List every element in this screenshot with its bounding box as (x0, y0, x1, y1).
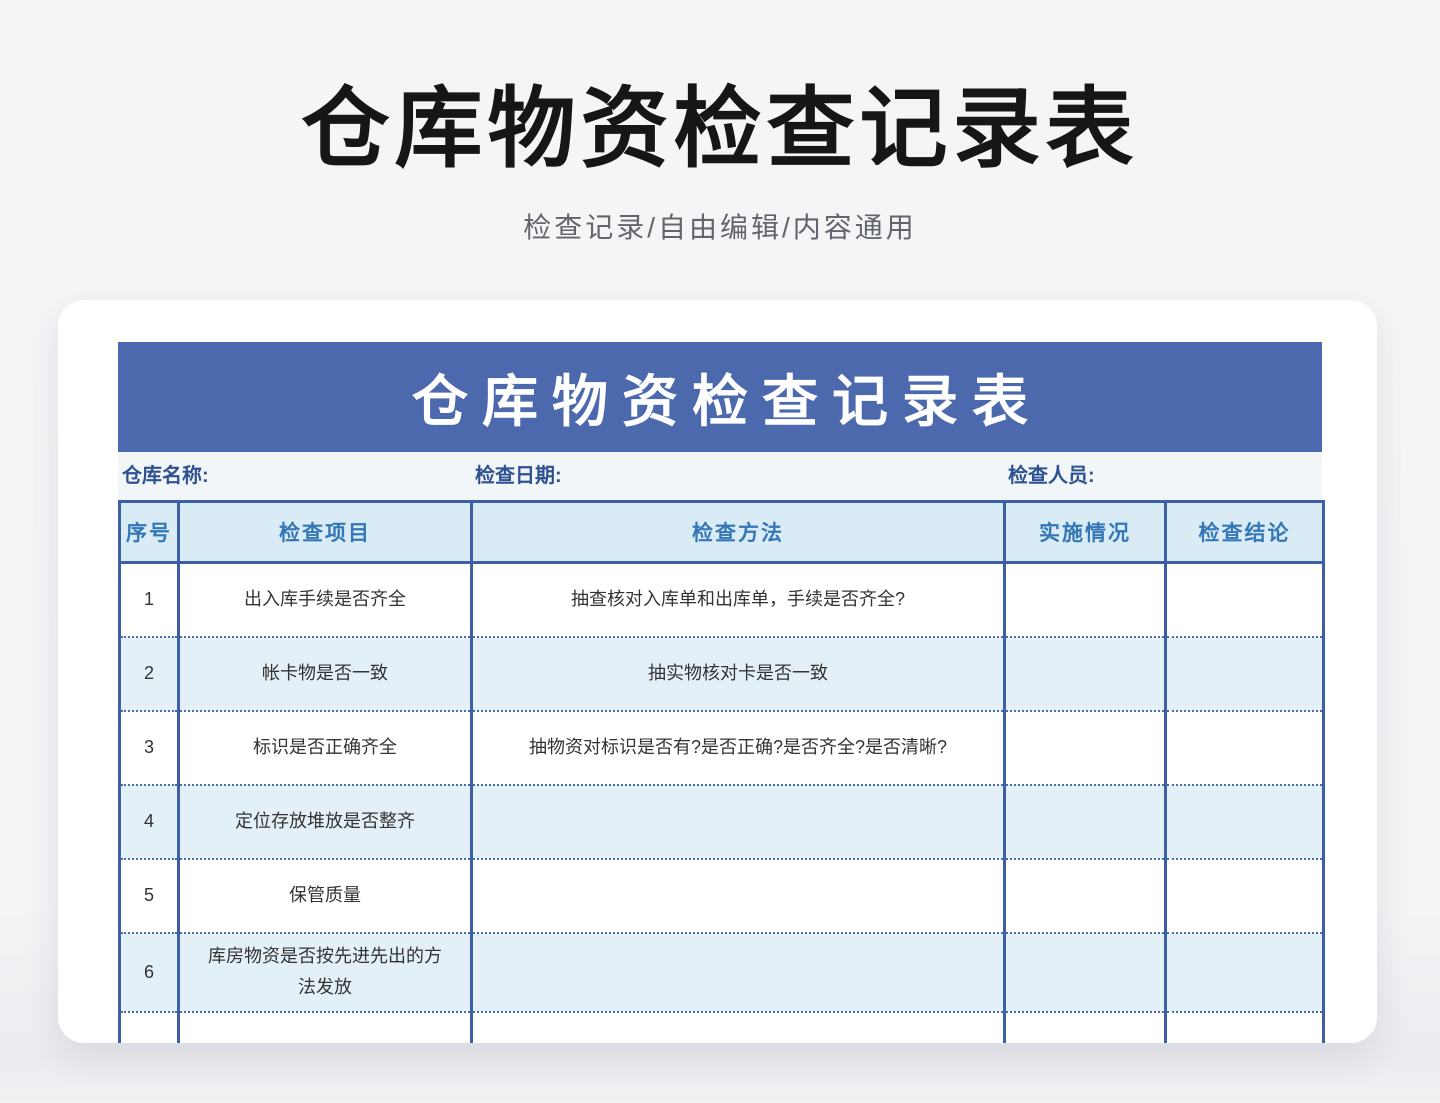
row-number-cell (120, 1012, 179, 1044)
status-cell (1005, 859, 1166, 933)
warehouse-name-label: 仓库名称: (122, 452, 209, 500)
conclusion-cell (1166, 1012, 1324, 1044)
table-row-clipped (120, 1012, 1324, 1044)
conclusion-cell (1166, 637, 1324, 711)
column-header-method: 检查方法 (472, 502, 1005, 563)
status-cell (1005, 785, 1166, 859)
table-row: 1 出入库手续是否齐全 抽查核对入库单和出库单，手续是否齐全? (120, 563, 1324, 637)
table-row: 6 库房物资是否按先进先出的方法发放 (120, 933, 1324, 1012)
conclusion-cell (1166, 933, 1324, 1012)
conclusion-cell (1166, 859, 1324, 933)
template-preview-card: 仓库物资检查记录表 仓库名称: 检查日期: 检查人员: 序号 检查项目 检查方法… (58, 300, 1377, 1043)
record-sheet: 仓库物资检查记录表 仓库名称: 检查日期: 检查人员: 序号 检查项目 检查方法… (118, 342, 1322, 1043)
item-cell: 库房物资是否按先进先出的方法发放 (179, 933, 472, 1012)
table-row: 2 帐卡物是否一致 抽实物核对卡是否一致 (120, 637, 1324, 711)
sheet-banner-title: 仓库物资检查记录表 (398, 357, 1042, 438)
status-cell (1005, 933, 1166, 1012)
table-row: 5 保管质量 (120, 859, 1324, 933)
conclusion-cell (1166, 563, 1324, 637)
check-table: 序号 检查项目 检查方法 实施情况 检查结论 1 出入库手续是否齐全 抽查核对入… (118, 500, 1325, 1043)
row-number-cell: 5 (120, 859, 179, 933)
status-cell (1005, 711, 1166, 785)
sheet-banner: 仓库物资检查记录表 (118, 342, 1322, 452)
item-cell: 标识是否正确齐全 (179, 711, 472, 785)
row-number-cell: 4 (120, 785, 179, 859)
conclusion-cell (1166, 785, 1324, 859)
row-number-cell: 2 (120, 637, 179, 711)
table-header-row: 序号 检查项目 检查方法 实施情况 检查结论 (120, 502, 1324, 563)
table-row: 4 定位存放堆放是否整齐 (120, 785, 1324, 859)
status-cell (1005, 563, 1166, 637)
page-subtitle: 检查记录/自由编辑/内容通用 (0, 206, 1440, 246)
check-date-label: 检查日期: (475, 452, 562, 500)
item-cell: 定位存放堆放是否整齐 (179, 785, 472, 859)
item-cell: 出入库手续是否齐全 (179, 563, 472, 637)
row-number-cell: 6 (120, 933, 179, 1012)
column-header-conclusion: 检查结论 (1166, 502, 1324, 563)
conclusion-cell (1166, 711, 1324, 785)
item-cell: 帐卡物是否一致 (179, 637, 472, 711)
method-cell (472, 1012, 1005, 1044)
method-cell: 抽实物核对卡是否一致 (472, 637, 1005, 711)
item-cell: 保管质量 (179, 859, 472, 933)
row-number-cell: 1 (120, 563, 179, 637)
inspector-label: 检查人员: (1008, 452, 1095, 500)
method-cell: 抽查核对入库单和出库单，手续是否齐全? (472, 563, 1005, 637)
column-header-status: 实施情况 (1005, 502, 1166, 563)
status-cell (1005, 1012, 1166, 1044)
method-cell (472, 933, 1005, 1012)
column-header-item: 检查项目 (179, 502, 472, 563)
row-number-cell: 3 (120, 711, 179, 785)
page: 仓库物资检查记录表 检查记录/自由编辑/内容通用 仓库物资检查记录表 仓库名称:… (0, 0, 1440, 1103)
column-header-no: 序号 (120, 502, 179, 563)
method-cell (472, 785, 1005, 859)
item-cell (179, 1012, 472, 1044)
method-cell (472, 859, 1005, 933)
page-title: 仓库物资检查记录表 (0, 58, 1440, 185)
status-cell (1005, 637, 1166, 711)
sheet-info-row: 仓库名称: 检查日期: 检查人员: (118, 452, 1322, 500)
method-cell: 抽物资对标识是否有?是否正确?是否齐全?是否清晰? (472, 711, 1005, 785)
table-row: 3 标识是否正确齐全 抽物资对标识是否有?是否正确?是否齐全?是否清晰? (120, 711, 1324, 785)
